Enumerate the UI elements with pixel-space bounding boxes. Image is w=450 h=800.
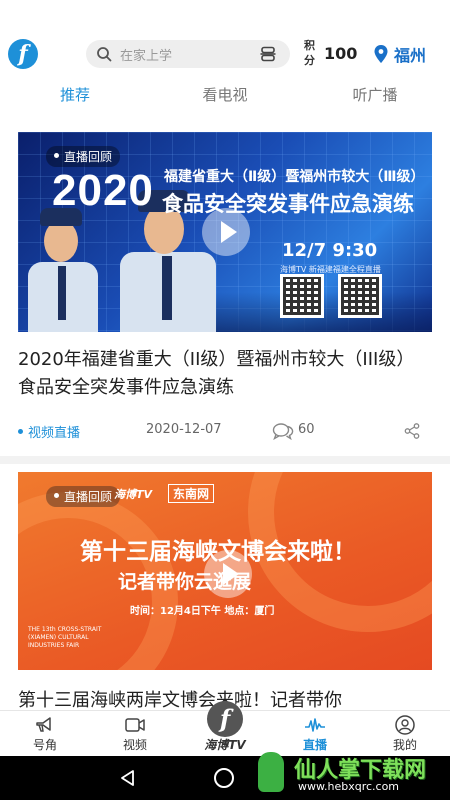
- search-bar[interactable]: 在家上学: [86, 40, 290, 68]
- tab-listen-radio[interactable]: 听广播: [330, 84, 420, 105]
- points-value: 100: [324, 44, 358, 63]
- scan-icon[interactable]: [260, 46, 276, 62]
- home-icon[interactable]: [214, 768, 234, 788]
- nav-item-horn[interactable]: 号角: [0, 711, 90, 757]
- thumbnail-brand: 海博TV: [114, 488, 153, 501]
- haibo-logo-icon: f: [207, 701, 243, 737]
- publish-date: 2020-12-07: [146, 422, 222, 437]
- replay-badge: 直播回顾: [46, 146, 121, 167]
- profile-icon: [395, 715, 415, 735]
- play-button-icon[interactable]: [202, 208, 250, 256]
- thumbnail-event-info: 时间：12月4日下午 地点：厦门: [130, 606, 275, 617]
- search-icon: [97, 47, 112, 62]
- play-button-icon[interactable]: [204, 550, 252, 598]
- city-label: 福州: [394, 46, 427, 65]
- qr-code-right: [338, 274, 382, 318]
- feed-item-title[interactable]: 2020年福建省重大（II级）暨福州市较大（III级）食品安全突发事件应急演练: [18, 346, 432, 402]
- feed-thumbnail-expo[interactable]: 直播回顾 海博TV 东南网 第十三届海峡文博会来啦！ 记者带你云逛展 时间：12…: [18, 472, 432, 670]
- watermark-url: www.hebxqrc.com: [298, 780, 400, 793]
- thumbnail-year: 2020: [52, 166, 154, 215]
- location-pin-icon: [374, 45, 388, 63]
- top-header: f 在家上学 积分 100 福州: [0, 30, 450, 78]
- channel-tabs: 推荐 看电视 听广播: [0, 80, 450, 112]
- category-tag[interactable]: 视频直播: [18, 422, 80, 441]
- points-label: 积分: [304, 39, 315, 67]
- video-icon: [125, 718, 145, 732]
- feed-item-meta: 视频直播 2020-12-07 60: [18, 422, 432, 442]
- comment-count: 60: [298, 422, 315, 437]
- watermark: 仙人掌下载网 www.hebxqrc.com: [254, 748, 450, 800]
- tab-recommended[interactable]: 推荐: [30, 84, 120, 105]
- thumbnail-english-caption: THE 13th CROSS-STRAIT (XIAMEN) CULTURAL …: [28, 626, 102, 649]
- app-screen: f 在家上学 积分 100 福州 推荐 看电视 听广播 直播回顾 2020 福建…: [0, 0, 450, 800]
- points-display[interactable]: 积分 100: [304, 38, 364, 70]
- horn-icon: [36, 717, 51, 732]
- comment-icon[interactable]: [272, 422, 294, 440]
- thumbnail-datetime: 12/7 9:30: [282, 240, 378, 261]
- nav-item-video[interactable]: 视频: [90, 711, 180, 757]
- qr-code-left: [280, 274, 324, 318]
- nav-label: 号角: [32, 738, 57, 752]
- feed-divider: [0, 456, 450, 464]
- nav-label: 视频: [122, 738, 147, 752]
- cactus-logo-icon: [258, 752, 284, 792]
- thumbnail-brand-partner: 东南网: [168, 484, 215, 503]
- back-icon[interactable]: [118, 768, 138, 788]
- thumbnail-title-line1: 福建省重大（Ⅱ级）暨福州市较大（Ⅲ级）: [164, 169, 425, 185]
- share-icon[interactable]: [404, 423, 420, 439]
- search-placeholder: 在家上学: [120, 49, 173, 64]
- live-icon: [305, 718, 325, 732]
- app-logo-icon[interactable]: f: [8, 39, 38, 69]
- replay-badge: 直播回顾: [46, 486, 121, 507]
- tab-watch-tv[interactable]: 看电视: [180, 84, 270, 105]
- feed-thumbnail-drill[interactable]: 直播回顾 2020 福建省重大（Ⅱ级）暨福州市较大（Ⅲ级） 食品安全突发事件应急…: [18, 132, 432, 332]
- thumbnail-title-line2: 食品安全突发事件应急演练: [162, 192, 414, 216]
